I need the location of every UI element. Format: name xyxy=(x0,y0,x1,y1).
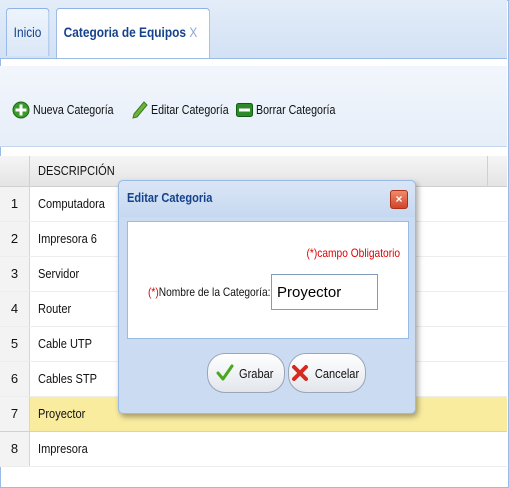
dialog-footer: Grabar Cancelar xyxy=(127,339,407,407)
row-number-header xyxy=(0,156,30,186)
close-icon[interactable]: × xyxy=(390,190,408,209)
row-number: 2 xyxy=(0,222,30,256)
row-description: Cable UTP xyxy=(38,336,93,351)
tab-categoria-label: Categoria de Equipos xyxy=(63,24,186,40)
delete-category-label: Borrar Categoría xyxy=(256,102,336,117)
row-number: 1 xyxy=(0,187,30,221)
tab-bar: Inicio Categoria de Equipos X xyxy=(0,0,507,59)
required-note: (*)campo Obligatorio xyxy=(306,246,400,260)
category-name-label-text: Nombre de la Categoría: xyxy=(158,285,271,299)
row-number: 5 xyxy=(0,327,30,361)
tab-inicio-label: Inicio xyxy=(13,24,42,40)
row-description: Cables STP xyxy=(38,371,97,386)
edit-category-button[interactable]: Editar Categoría xyxy=(132,100,246,120)
row-description: Computadora xyxy=(38,196,105,211)
row-number: 3 xyxy=(0,257,30,291)
cancel-button[interactable]: Cancelar xyxy=(288,353,366,393)
dialog-title-bar[interactable]: Editar Categoria × xyxy=(119,181,415,217)
add-icon xyxy=(12,101,30,119)
cancel-x-icon xyxy=(291,365,308,381)
edit-category-dialog: Editar Categoria × (*)campo Obligatorio … xyxy=(118,180,416,414)
row-description: Servidor xyxy=(38,266,80,281)
row-number: 4 xyxy=(0,292,30,326)
row-description: Impresora xyxy=(38,441,88,456)
row-number: 6 xyxy=(0,362,30,396)
row-number: 7 xyxy=(0,397,30,431)
save-button[interactable]: Grabar xyxy=(207,353,285,393)
cancel-label: Cancelar xyxy=(314,365,360,381)
save-label: Grabar xyxy=(238,365,274,381)
table-row[interactable]: 8 Impresora xyxy=(0,432,507,467)
checkmark-icon xyxy=(216,364,234,381)
column-separator xyxy=(487,156,488,186)
delete-icon xyxy=(236,103,253,117)
category-name-input[interactable] xyxy=(271,274,378,310)
dialog-form: (*)campo Obligatorio (*)Nombre de la Cat… xyxy=(127,221,409,339)
new-category-button[interactable]: Nueva Categoría xyxy=(12,100,131,120)
pencil-icon xyxy=(132,101,148,119)
edit-category-label: Editar Categoría xyxy=(151,102,229,117)
category-name-label: (*)Nombre de la Categoría: xyxy=(148,285,270,299)
row-description: Impresora 6 xyxy=(38,231,97,246)
row-number: 8 xyxy=(0,432,30,466)
row-description: Router xyxy=(38,301,72,316)
tab-close-icon[interactable]: X xyxy=(189,24,197,40)
required-mark: (*) xyxy=(148,285,159,299)
row-description: Proyector xyxy=(38,406,86,421)
toolbar: Nueva Categoría Editar Categoría Borrar … xyxy=(0,66,507,147)
column-header-descripcion[interactable]: DESCRIPCIÓN xyxy=(38,163,115,178)
delete-category-button[interactable]: Borrar Categoría xyxy=(236,100,353,120)
tab-inicio[interactable]: Inicio xyxy=(6,8,50,56)
tab-categoria-equipos[interactable]: Categoria de Equipos X xyxy=(56,8,211,58)
dialog-title: Editar Categoria xyxy=(127,190,213,205)
new-category-label: Nueva Categoría xyxy=(33,102,114,117)
